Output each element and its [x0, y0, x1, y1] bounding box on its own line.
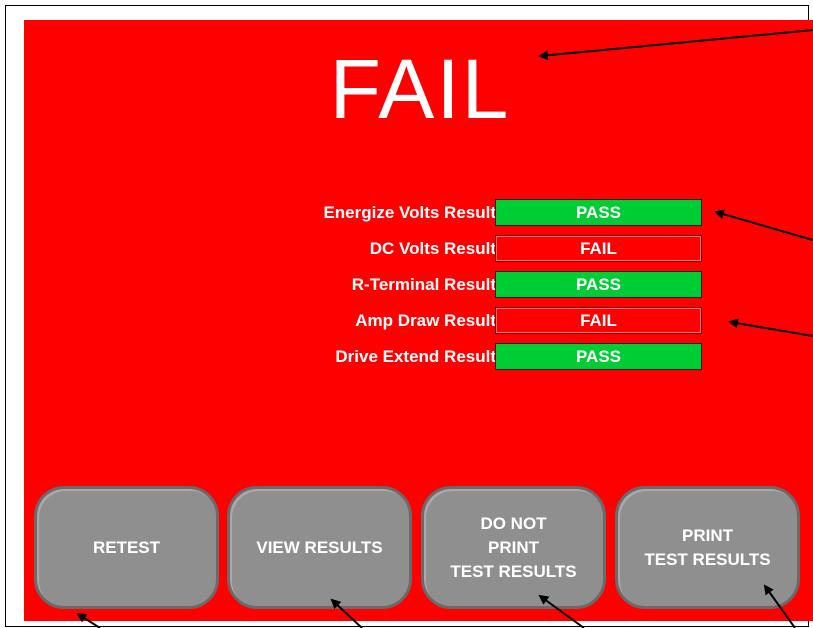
result-label: Drive Extend Result — [335, 347, 496, 366]
result-value-badge: PASS — [495, 199, 702, 226]
result-label: Amp Draw Result — [355, 311, 496, 330]
result-label: R-Terminal Result — [351, 275, 496, 294]
result-row-dc-volts: DC Volts Result FAIL — [24, 235, 704, 263]
result-label: Energize Volts Result — [323, 203, 496, 222]
result-value-badge: PASS — [495, 271, 702, 298]
result-panel: FAIL Energize Volts Result PASS DC Volts… — [24, 20, 813, 621]
view-results-button[interactable]: VIEW RESULTS — [227, 486, 412, 609]
retest-button-label: RETEST — [92, 537, 161, 557]
overall-status-title: FAIL — [329, 42, 511, 136]
result-row-drive-extend: Drive Extend Result PASS — [24, 343, 704, 371]
result-row-energize-volts: Energize Volts Result PASS — [24, 199, 704, 227]
result-value-badge: FAIL — [495, 235, 702, 262]
do-not-print-button-label: DO NOT PRINT TEST RESULTS — [450, 513, 577, 581]
result-value-badge: PASS — [495, 343, 702, 370]
result-label: DC Volts Result — [369, 239, 496, 258]
print-test-results-button-label: PRINT TEST RESULTS — [644, 525, 771, 569]
result-row-amp-draw: Amp Draw Result FAIL — [24, 307, 704, 335]
do-not-print-button[interactable]: DO NOT PRINT TEST RESULTS — [421, 486, 606, 609]
retest-button[interactable]: RETEST — [34, 486, 219, 609]
result-value-badge: FAIL — [495, 307, 702, 334]
view-results-button-label: VIEW RESULTS — [256, 537, 383, 557]
result-row-r-terminal: R-Terminal Result PASS — [24, 271, 704, 299]
print-test-results-button[interactable]: PRINT TEST RESULTS — [615, 486, 800, 609]
action-buttons: RETEST VIEW RESULTS DO NOT PRINT TEST RE… — [24, 486, 813, 610]
